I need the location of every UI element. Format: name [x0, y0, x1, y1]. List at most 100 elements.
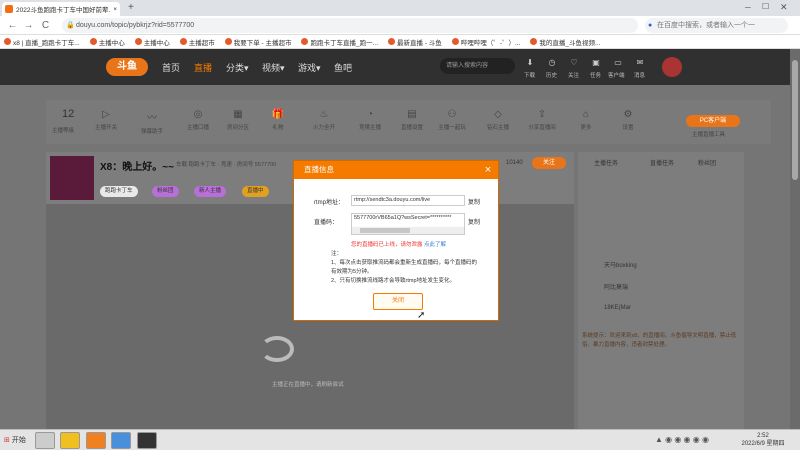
bookmark-icon	[179, 38, 187, 45]
bookmark-item[interactable]: 哔哩哔哩（゜-゜）...	[451, 37, 520, 47]
bookmark-icon	[451, 38, 459, 45]
page-scrollbar-thumb[interactable]	[792, 60, 798, 180]
hot-count: 10140	[506, 160, 523, 166]
taskbar-clock[interactable]: 2:52 2022/6/9 星期四	[735, 432, 791, 448]
tool-live-settings[interactable]: ▤ 直播设置	[392, 109, 432, 131]
bookmark-item[interactable]: 我的直播_斗鱼视频...	[530, 37, 600, 47]
side-tab[interactable]: 粉丝团	[698, 158, 716, 167]
dialog-notes: 注： 1、每次点击获取推流码都会重新生成直播码，每个直播码的有效期为5分钟。 2…	[331, 251, 478, 284]
room-title: X8：晚上好。~~	[100, 162, 174, 173]
tool-play-together[interactable]: ⚇ 主播一起玩	[432, 109, 472, 131]
client-icon[interactable]: ▭	[611, 58, 625, 67]
dialog-close-button[interactable]: 关闭	[373, 293, 423, 310]
nav-game[interactable]: 游戏▾	[298, 61, 321, 74]
code-field[interactable]: 5577700rVB65a1Q?wsSecret=**********	[351, 213, 465, 235]
lock-icon: 🔒	[66, 22, 75, 29]
tool-live-switch[interactable]: ▷ 主播开关	[86, 109, 126, 131]
nav-live[interactable]: 直播	[194, 61, 212, 74]
nav-fishbar[interactable]: 鱼吧	[334, 61, 352, 74]
streamer-avatar[interactable]	[50, 156, 94, 200]
maximize-icon[interactable]: ☐	[762, 2, 769, 11]
bookmark-icon	[4, 38, 11, 45]
taskbar-app-3[interactable]	[86, 432, 106, 449]
avatar[interactable]	[662, 57, 682, 77]
bookmark-item[interactable]: 主播中心	[89, 37, 125, 47]
back-button[interactable]: ←	[6, 19, 19, 32]
task-icon[interactable]: ▣	[589, 58, 603, 67]
bookmark-item[interactable]: 最新直播 - 斗鱼	[388, 37, 442, 47]
bookmark-item[interactable]: 主播中心	[134, 37, 170, 47]
follow-icon[interactable]: ♡	[567, 58, 581, 67]
url-bar[interactable]: 🔒 douyu.com/topic/pybkrjz?rid=5577700	[62, 18, 638, 33]
nav-video[interactable]: 视频▾	[262, 61, 285, 74]
baidu-icon: ●	[648, 22, 653, 29]
follow-button[interactable]: 关注	[532, 157, 566, 169]
new-tab-button[interactable]: +	[128, 2, 134, 13]
tray-icons[interactable]: ▲ ◉ ◉ ◉ ◉ ◉	[655, 435, 709, 444]
site-search-input[interactable]: 请输入搜索内容	[440, 58, 515, 74]
url-text: douyu.com/topic/pybkrjz?rid=5577700	[76, 22, 195, 29]
side-tab[interactable]: 直播任务	[650, 158, 674, 167]
minimize-icon[interactable]: ─	[745, 3, 751, 12]
bookmark-item[interactable]: x8 | 直播_跑跑卡丁车...	[4, 37, 80, 47]
nav-home[interactable]: 首页	[162, 61, 180, 74]
history-icon[interactable]: ◷	[545, 58, 559, 67]
tab-close-icon[interactable]: ×	[113, 6, 117, 13]
room-tag[interactable]: 粉丝团	[152, 186, 179, 197]
tool-guess[interactable]: ◔ 竞猜主播	[350, 109, 390, 131]
reload-button[interactable]: C	[39, 19, 52, 32]
bookmark-item[interactable]: 跑跑卡丁车直播_跑一...	[301, 37, 378, 47]
tool-voice[interactable]: ◎ 主播口播	[178, 109, 218, 131]
play-icon: ▷	[102, 109, 110, 120]
message-icon[interactable]: ✉	[633, 58, 647, 67]
calendar-icon: ▦	[233, 109, 243, 120]
live-info-dialog: 直播信息 × rtmp地址： rtmp://sendtc3a.douyu.com…	[293, 160, 499, 321]
client-label: 客户端	[608, 73, 625, 79]
code-field-scroll-thumb[interactable]	[360, 228, 410, 233]
taskbar-app-2[interactable]	[60, 432, 80, 449]
download-icon[interactable]: ⬇	[523, 58, 537, 67]
bookmark-icon	[224, 38, 232, 45]
pc-client-button[interactable]: PC客户端	[686, 115, 740, 127]
window-close-icon[interactable]: ✕	[780, 2, 788, 13]
taskbar-app-5[interactable]	[137, 432, 157, 449]
copy-code-button[interactable]: 复制	[468, 217, 480, 226]
warning-text: 您的直播码已上线，请勿泄露 点此了解	[351, 242, 447, 248]
tool-more[interactable]: ⌂ 更多	[566, 109, 606, 131]
browser-tab[interactable]: 2022斗鱼跑跑卡丁车中国好前辈... ×	[2, 2, 120, 16]
forward-button[interactable]: →	[22, 19, 35, 32]
close-icon[interactable]: ×	[482, 163, 494, 177]
player-status: 主播正在直播中，请刷新尝试	[272, 382, 344, 388]
start-button[interactable]: ⊞ 开始	[2, 433, 29, 448]
nav-category[interactable]: 分类▾	[226, 61, 249, 74]
side-tab[interactable]: 主播任务	[594, 158, 618, 167]
rtmp-label: rtmp地址：	[314, 200, 345, 206]
bookmark-item[interactable]: 主播超市	[179, 37, 215, 47]
tool-settings[interactable]: ⚙ 设置	[608, 109, 648, 131]
rtmp-field[interactable]: rtmp://sendtc3a.douyu.com/live	[351, 195, 465, 206]
tool-room-category[interactable]: ▦ 房间分区	[218, 109, 258, 131]
browser-taskbar-icon[interactable]	[111, 432, 131, 449]
level-label: 主播等级	[52, 128, 75, 134]
taskbar-app-1[interactable]	[35, 432, 55, 449]
room-tag[interactable]: 新人主播	[194, 186, 227, 197]
tool-gift[interactable]: 🎁 礼物	[258, 109, 298, 131]
tool-fire[interactable]: ♨ 火力全开	[304, 109, 344, 131]
code-field-scrollbar[interactable]	[352, 227, 464, 234]
copy-rtmp-button[interactable]: 复制	[468, 197, 480, 206]
tool-share[interactable]: ⇪ 分享直播间	[522, 109, 562, 131]
tool-diamond[interactable]: ◇ 钻石主播	[478, 109, 518, 131]
side-notice: 系统提示：欢迎来到x8，的直播间。斗鱼倡导文明直播，禁止低俗、暴力直播内容，违者…	[582, 333, 737, 348]
room-tag[interactable]: 跑跑卡丁车	[100, 186, 138, 197]
bookmark-item[interactable]: 我要下单 - 主播超市	[224, 37, 291, 47]
site-top-nav: 斗鱼 首页 直播 分类▾ 视频▾ 游戏▾ 鱼吧 请输入搜索内容 ⬇ 下载 ◷ 历…	[0, 49, 790, 85]
people-icon: ⚇	[447, 109, 457, 120]
room-tag[interactable]: 直播中	[242, 186, 269, 197]
browser-search-input[interactable]: ● 在百度中搜索，或者输入一个一	[645, 18, 788, 33]
bookmark-icon	[388, 38, 396, 45]
tool-danmu[interactable]: 〰弹幕助手	[132, 109, 172, 135]
side-user: 阿比莫瑞	[604, 285, 629, 291]
douyu-logo[interactable]: 斗鱼	[106, 58, 148, 76]
bookmark-icon	[530, 38, 538, 45]
learn-more-link[interactable]: 点此了解	[424, 242, 446, 248]
